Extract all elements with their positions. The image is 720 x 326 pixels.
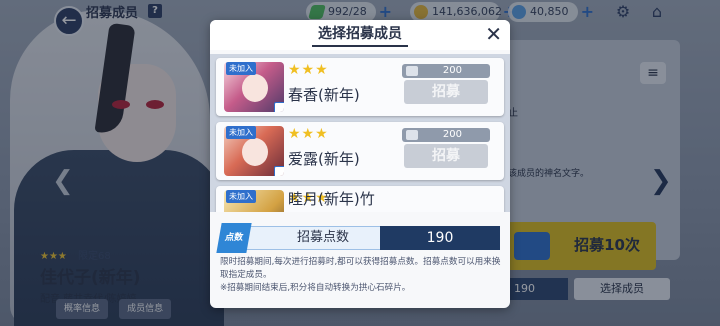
select-member-modal: 选择招募成员 ✕ 未加入 ★★★ 春香(新年) 200 招募 未加入 ★★★ 爱…: [210, 20, 510, 308]
title-underline: [312, 45, 408, 47]
not-joined-badge: 未加入: [226, 126, 256, 139]
recruit-box: 200 招募: [402, 64, 490, 108]
member-portrait: 未加入: [224, 62, 284, 112]
portrait-face: [242, 74, 268, 102]
member-list[interactable]: 未加入 ★★★ 春香(新年) 200 招募 未加入 ★★★ 爱露(新年) 200…: [210, 54, 510, 212]
member-name: 春香(新年): [288, 86, 360, 104]
points-badge-icon: 点数: [216, 223, 252, 253]
cost-value: 200: [442, 129, 462, 140]
member-name: 爱露(新年): [288, 150, 360, 168]
member-portrait: 未加入: [224, 190, 284, 212]
point-icon: [406, 130, 418, 140]
note-line-1: 限时招募期间,每次进行招募时,都可以获得招募点数。招募点数可以用来换取指定成员。: [220, 257, 501, 280]
member-card[interactable]: 未加入 ★★★ 爱露(新年) 200 招募: [216, 122, 504, 180]
modal-header: 选择招募成员 ✕: [210, 20, 510, 50]
recruit-note: 限时招募期间,每次进行招募时,都可以获得招募点数。招募点数可以用来换取指定成员。…: [220, 256, 502, 295]
note-line-2: ※招募期间结束后,积分将自动转换为拱心石碎片。: [220, 283, 411, 293]
member-portrait: 未加入: [224, 126, 284, 176]
points-label: 招募点数: [296, 230, 349, 245]
close-icon[interactable]: ✕: [485, 23, 502, 45]
member-name: 睦月(新年)竹: [288, 190, 375, 208]
points-label-box: 点数 招募点数: [216, 223, 382, 253]
not-joined-badge: 未加入: [226, 190, 256, 203]
cost-tag: 200: [402, 128, 490, 142]
points-value: 190: [380, 226, 500, 250]
rarity-stars: ★★★: [288, 126, 329, 142]
member-card[interactable]: 未加入 ★★★ 春香(新年) 200 招募: [216, 58, 504, 116]
modal-title: 选择招募成员: [318, 26, 402, 42]
not-joined-badge: 未加入: [226, 62, 256, 75]
recruit-button[interactable]: 招募: [404, 144, 488, 168]
rarity-stars: ★★★: [288, 62, 329, 78]
recruit-box: 200 招募: [402, 128, 490, 172]
member-card[interactable]: 未加入 ★★★ 睦月(新年)竹: [216, 186, 504, 212]
portrait-face: [242, 138, 268, 166]
cost-value: 200: [442, 65, 462, 76]
recruit-button[interactable]: 招募: [404, 80, 488, 104]
recruit-points-bar: 点数 招募点数 190: [216, 223, 500, 253]
cost-tag: 200: [402, 64, 490, 78]
point-icon: [406, 66, 418, 76]
class-icon: [274, 102, 284, 112]
class-icon: [274, 166, 284, 176]
